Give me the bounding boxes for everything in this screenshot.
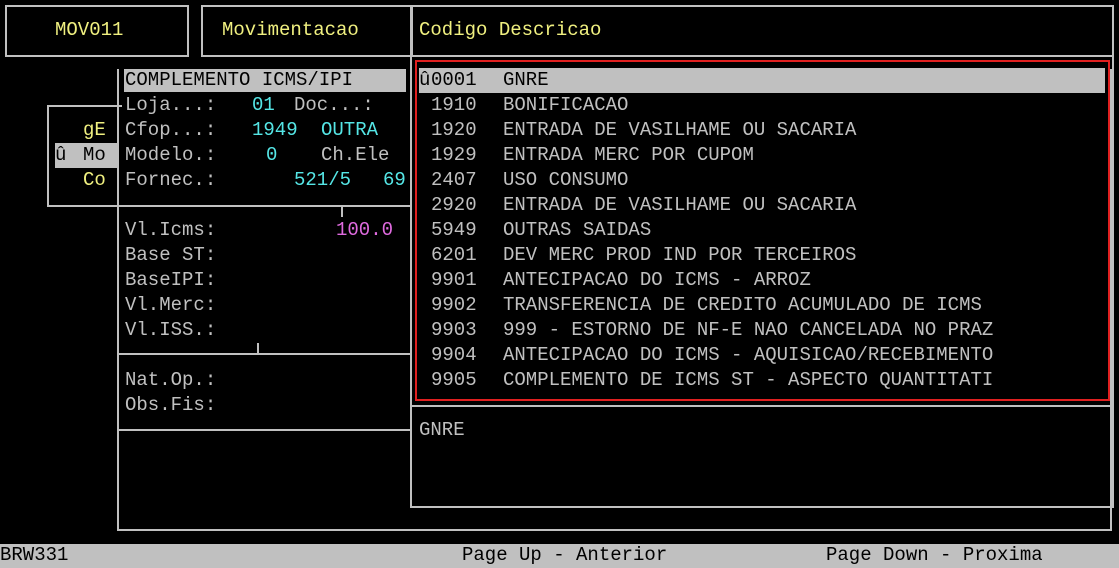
page-up-hint[interactable]: Page Up - Anterior — [462, 543, 667, 568]
vl-icms-label: Vl.Icms: — [125, 219, 217, 241]
doc-label: Doc...: — [294, 94, 374, 116]
list-item-code: 9905 — [431, 369, 477, 391]
selected-marker-icon — [419, 168, 431, 193]
selected-marker-icon — [419, 268, 431, 293]
list-item-description: 999 - ESTORNO DE NF-E NAO CANCELADA NO P… — [503, 319, 994, 341]
selected-marker-icon: û — [55, 144, 67, 166]
cfop-description: OUTRA — [321, 119, 379, 141]
list-item-description: OUTRAS SAIDAS — [503, 219, 652, 241]
fornec-value[interactable]: 521/5 — [294, 168, 351, 193]
list-item[interactable]: 2920 ENTRADA DE VASILHAME OU SACARIA — [419, 193, 1105, 218]
side-menu-item-mo[interactable]: û Mo — [55, 143, 117, 168]
list-item-description: ENTRADA MERC POR CUPOM — [503, 144, 754, 166]
chave-eletronica-label: Ch.Ele — [321, 144, 390, 166]
selected-marker-icon — [419, 93, 431, 118]
tick-mark — [341, 207, 343, 217]
list-item-code: 1910 — [431, 94, 477, 116]
modelo-value[interactable]: 0 — [266, 143, 277, 168]
side-menu-item-ge[interactable]: gE — [83, 118, 106, 143]
selected-marker-icon — [419, 243, 431, 268]
list-item[interactable]: 9905 COMPLEMENTO DE ICMS ST - ASPECTO QUA… — [419, 368, 1105, 393]
loja-label: Loja...: — [125, 94, 217, 116]
list-item-code: 9901 — [431, 269, 477, 291]
form-divider-3 — [117, 429, 410, 431]
cfop-value[interactable]: 1949 — [252, 118, 298, 143]
list-item-description: ANTECIPACAO DO ICMS - AQUISICAO/RECEBIME… — [503, 344, 994, 366]
selected-marker-icon — [419, 193, 431, 218]
list-item-description: BONIFICACAO — [503, 94, 629, 116]
list-item-description: COMPLEMENTO DE ICMS ST - ASPECTO QUANTIT… — [503, 369, 994, 391]
list-item-code: 5949 — [431, 219, 477, 241]
list-item-code: 6201 — [431, 244, 477, 266]
selected-marker-icon — [419, 368, 431, 393]
selected-marker-icon — [419, 218, 431, 243]
fornec-label: Fornec.: — [125, 169, 217, 191]
selected-marker-icon — [419, 343, 431, 368]
list-header-divider — [410, 55, 1114, 57]
list-item[interactable]: 9902 TRANSFERENCIA DE CREDITO ACUMULADO D… — [419, 293, 1105, 318]
form-divider-2 — [117, 353, 410, 355]
program-name: Movimentacao — [222, 19, 359, 41]
status-bar: BRW331 Page Up - Anterior Page Down - Pr… — [0, 544, 1119, 568]
list-item[interactable]: 5949 OUTRAS SAIDAS — [419, 218, 1105, 243]
list-item-description: TRANSFERENCIA DE CREDITO ACUMULADO DE IC… — [503, 294, 982, 316]
selected-marker-icon — [419, 293, 431, 318]
list-item[interactable]: û0001 GNRE — [419, 68, 1105, 93]
screen-code: BRW331 — [0, 544, 69, 566]
obs-fis-label: Obs.Fis: — [125, 394, 217, 416]
vl-icms-value[interactable]: 100.0 — [336, 218, 393, 243]
list-item-code: 2407 — [431, 169, 477, 191]
nat-op-label: Nat.Op.: — [125, 369, 217, 391]
selected-marker-icon — [419, 143, 431, 168]
list-item-code: 9903 — [431, 319, 477, 341]
list-item-description: ANTECIPACAO DO ICMS - ARROZ — [503, 269, 811, 291]
detail-divider — [410, 405, 1114, 407]
list-item-code: 1929 — [431, 144, 477, 166]
list-item-code: 9904 — [431, 344, 477, 366]
list-item[interactable]: 9903 999 - ESTORNO DE NF-E NAO CANCELADA … — [419, 318, 1105, 343]
vl-merc-label: Vl.Merc: — [125, 294, 217, 316]
list-item-code: 0001 — [431, 69, 477, 91]
vl-iss-label: Vl.ISS.: — [125, 319, 217, 341]
list-item[interactable]: 9901 ANTECIPACAO DO ICMS - ARROZ — [419, 268, 1105, 293]
list-item-description: ENTRADA DE VASILHAME OU SACARIA — [503, 194, 857, 216]
detail-text: GNRE — [419, 419, 465, 441]
list-item-code: 2920 — [431, 194, 477, 216]
page-down-hint[interactable]: Page Down - Proxima — [826, 543, 1043, 568]
program-code: MOV011 — [55, 19, 124, 41]
list-item-description: GNRE — [503, 69, 549, 91]
tick-mark-2 — [257, 343, 259, 353]
list-item-description: DEV MERC PROD IND POR TERCEIROS — [503, 244, 857, 266]
fornec-extra: 69 — [383, 169, 406, 191]
list-item[interactable]: 1910 BONIFICACAO — [419, 93, 1105, 118]
list-item[interactable]: 1929 ENTRADA MERC POR CUPOM — [419, 143, 1105, 168]
form-title: COMPLEMENTO ICMS/IPI — [124, 69, 406, 92]
modelo-label: Modelo.: — [125, 144, 217, 166]
list-item-code: 9902 — [431, 294, 477, 316]
cfop-label: Cfop...: — [125, 119, 217, 141]
base-ipi-label: BaseIPI: — [125, 269, 217, 291]
list-item[interactable]: 6201 DEV MERC PROD IND POR TERCEIROS — [419, 243, 1105, 268]
list-item-code: 1920 — [431, 119, 477, 141]
list-item-description: USO CONSUMO — [503, 169, 629, 191]
side-menu-item-label: Mo — [83, 144, 106, 166]
selected-marker-icon: û — [419, 69, 431, 91]
base-st-label: Base ST: — [125, 244, 217, 266]
selected-marker-icon — [419, 318, 431, 343]
list-item[interactable]: 1920 ENTRADA DE VASILHAME OU SACARIA — [419, 118, 1105, 143]
side-menu-item-co[interactable]: Co — [83, 168, 106, 193]
form-divider-1 — [117, 205, 410, 207]
list-item[interactable]: 9904 ANTECIPACAO DO ICMS - AQUISICAO/RECE… — [419, 343, 1105, 368]
selected-marker-icon — [419, 118, 431, 143]
list-item[interactable]: 2407 USO CONSUMO — [419, 168, 1105, 193]
list-item-description: ENTRADA DE VASILHAME OU SACARIA — [503, 119, 857, 141]
list-header: Codigo Descricao — [419, 19, 602, 41]
loja-value[interactable]: 01 — [252, 93, 275, 118]
